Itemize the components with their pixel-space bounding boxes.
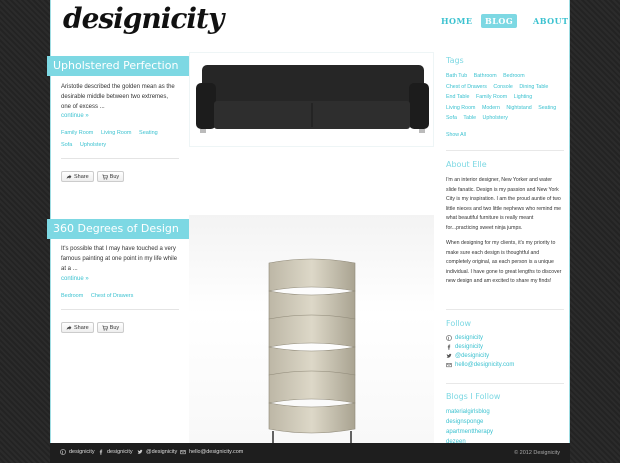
footer-twitter[interactable]: @designicity: [137, 449, 177, 455]
post-tag[interactable]: Bedroom: [61, 290, 83, 302]
footer-email-label: hello@designicity.com: [189, 449, 244, 455]
share-icon: [66, 325, 72, 330]
tag-link[interactable]: Bath Tub: [446, 71, 467, 82]
buy-button[interactable]: Buy: [96, 322, 125, 333]
follow-facebook-label: designicity: [455, 344, 484, 350]
footer-pinterest[interactable]: designicity: [60, 449, 95, 455]
facebook-icon: [447, 344, 451, 350]
post-tag[interactable]: Sofa: [61, 139, 72, 151]
sidebar-divider: [446, 383, 564, 384]
site-header: designicity HOME BLOG ABOUT: [51, 0, 571, 48]
footer-facebook-label: designicity: [107, 449, 133, 455]
post-tag[interactable]: Upholstery: [80, 139, 106, 151]
tag-link[interactable]: Bathroom: [474, 71, 497, 82]
post-excerpt: It's possible that I may have touched a …: [61, 246, 178, 272]
tag-link[interactable]: Family Room: [476, 92, 507, 103]
email-icon: [180, 450, 186, 455]
page-container: designicity HOME BLOG ABOUT Upholstered …: [47, 0, 571, 463]
footer-pinterest-label: designicity: [69, 449, 95, 455]
pinterest-icon: [60, 449, 66, 455]
about-paragraph-2: When designing for my clients, it's my p…: [446, 240, 562, 285]
post-divider: [61, 158, 179, 159]
cart-icon: [101, 325, 108, 331]
blog-link[interactable]: materialgirlsblog: [446, 407, 493, 417]
tags-heading: Tags: [446, 56, 464, 65]
tag-link[interactable]: Lighting: [514, 92, 533, 103]
tag-link[interactable]: Nightstand: [506, 103, 531, 114]
twitter-icon: [137, 449, 143, 454]
post-actions: Share Buy: [61, 322, 125, 333]
share-button[interactable]: Share: [61, 171, 94, 182]
site-footer: designicity designicity @designicity hel…: [50, 443, 570, 463]
about-heading: About Elle: [446, 160, 487, 169]
site-logo[interactable]: designicity: [63, 2, 224, 35]
post-tag[interactable]: Seating: [139, 127, 158, 139]
tag-link[interactable]: Sofa: [446, 113, 457, 124]
tag-link[interactable]: Chest of Drawers: [446, 82, 487, 93]
post-image-sofa[interactable]: [189, 52, 434, 147]
about-paragraph-1: I'm an interior designer, New Yorker and…: [446, 177, 562, 231]
footer-email[interactable]: hello@designicity.com: [180, 449, 243, 455]
buy-label: Buy: [109, 173, 120, 180]
share-label: Share: [74, 173, 89, 180]
pinterest-icon: [446, 335, 452, 341]
follow-email[interactable]: hello@designicity.com: [446, 362, 514, 368]
continue-link[interactable]: continue »: [61, 113, 89, 119]
post-excerpt: Aristotle described the golden mean as t…: [61, 84, 175, 110]
tag-link[interactable]: Modern: [482, 103, 500, 114]
post-tags: Family Room Living Room Seating Sofa Uph…: [61, 127, 179, 151]
twitter-icon: [446, 353, 452, 358]
follow-heading: Follow: [446, 319, 472, 328]
email-icon: [446, 363, 452, 368]
follow-pinterest-label: designicity: [455, 335, 484, 341]
post-actions: Share Buy: [61, 171, 125, 182]
buy-button[interactable]: Buy: [96, 171, 125, 182]
copyright: © 2012 Designicity: [514, 450, 560, 456]
sidebar-divider: [446, 150, 564, 151]
continue-link[interactable]: continue »: [61, 276, 89, 282]
footer-twitter-label: @designicity: [146, 449, 178, 455]
tag-link[interactable]: Table: [463, 113, 476, 124]
post-tag[interactable]: Chest of Drawers: [91, 290, 134, 302]
share-icon: [66, 174, 72, 179]
blogs-heading: Blogs I Follow: [446, 392, 501, 401]
dresser-illustration: [268, 258, 356, 443]
sidebar-divider: [446, 309, 564, 310]
post-divider: [61, 309, 179, 310]
facebook-icon: [99, 449, 103, 455]
tag-link[interactable]: Dining Table: [519, 82, 548, 93]
tag-link[interactable]: Bedroom: [503, 71, 525, 82]
tag-link[interactable]: End Table: [446, 92, 469, 103]
tag-link[interactable]: Console: [493, 82, 512, 93]
footer-facebook[interactable]: designicity: [98, 449, 133, 455]
blog-link[interactable]: apartmenttherapy: [446, 427, 493, 437]
tag-link[interactable]: Upholstery: [483, 113, 508, 124]
post-title[interactable]: Upholstered Perfection: [47, 56, 193, 76]
nav-about[interactable]: ABOUT: [529, 14, 573, 28]
tag-link[interactable]: Living Room: [446, 103, 475, 114]
nav-home[interactable]: HOME: [437, 14, 476, 28]
nav-blog[interactable]: BLOG: [481, 14, 518, 28]
post-image-dresser[interactable]: [189, 215, 434, 463]
follow-pinterest[interactable]: designicity: [446, 335, 483, 341]
share-button[interactable]: Share: [61, 322, 94, 333]
follow-twitter-label: @designicity: [455, 353, 490, 359]
tag-link[interactable]: Seating: [538, 103, 556, 114]
share-label: Share: [74, 324, 89, 331]
post-tag[interactable]: Family Room: [61, 127, 93, 139]
post-tags: Bedroom Chest of Drawers: [61, 290, 179, 302]
sofa-illustration: [196, 65, 429, 133]
tag-cloud: Bath Tub Bathroom Bedroom Chest of Drawe…: [446, 71, 564, 124]
post-title[interactable]: 360 Degrees of Design: [47, 219, 193, 239]
show-all-tags-link[interactable]: Show All: [446, 131, 564, 141]
follow-facebook[interactable]: designicity: [446, 344, 483, 350]
buy-label: Buy: [109, 324, 120, 331]
cart-icon: [101, 174, 108, 180]
blog-link[interactable]: designsponge: [446, 417, 493, 427]
follow-twitter[interactable]: @designicity: [446, 353, 489, 359]
follow-email-label: hello@designicity.com: [455, 362, 515, 368]
blogs-list: materialgirlsblog designsponge apartment…: [446, 407, 493, 447]
post-tag[interactable]: Living Room: [101, 127, 132, 139]
